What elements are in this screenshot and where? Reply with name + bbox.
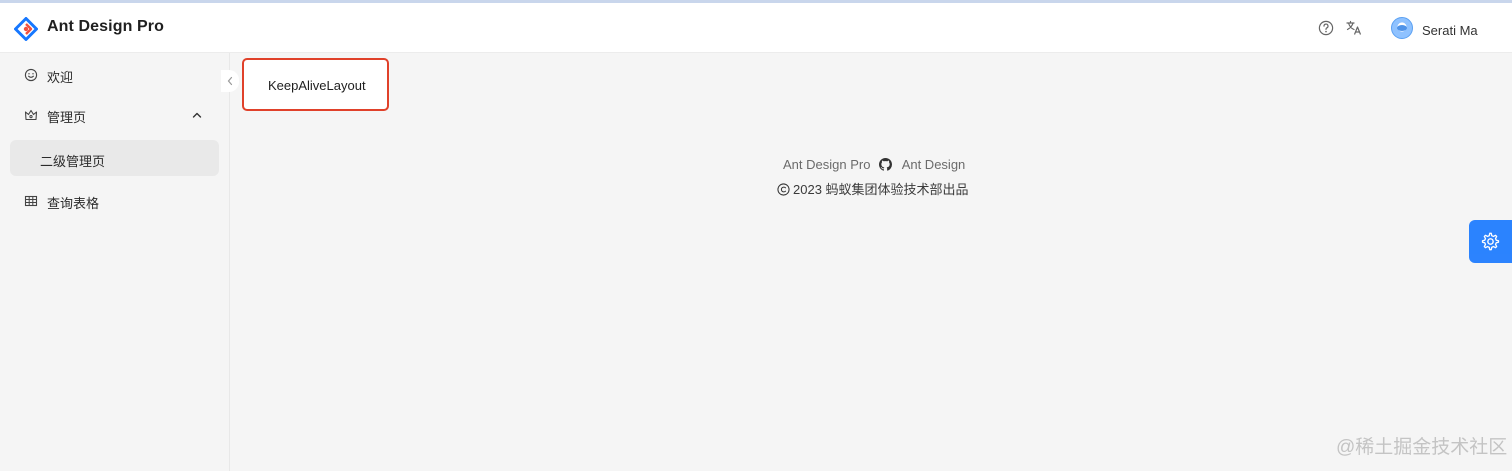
settings-drawer-button[interactable] — [1469, 220, 1512, 263]
sidebar-item-label: 二级管理页 — [40, 154, 106, 169]
smile-icon — [24, 68, 38, 82]
copyright-text: 2023 蚂蚁集团体验技术部出品 — [793, 182, 969, 197]
chevron-up-icon — [192, 112, 202, 118]
avatar[interactable] — [1391, 17, 1413, 39]
footer-link-ant-design-pro[interactable]: Ant Design Pro — [783, 157, 870, 172]
question-circle-icon[interactable] — [1317, 19, 1335, 37]
footer-link-ant-design[interactable]: Ant Design — [902, 157, 966, 172]
github-icon[interactable] — [879, 158, 893, 171]
user-name[interactable]: Serati Ma — [1422, 23, 1478, 38]
sidebar-collapse-button[interactable] — [221, 70, 239, 92]
sidebar-item-table-list[interactable]: 查询表格 — [10, 183, 219, 219]
chevron-left-icon — [227, 76, 233, 86]
sidebar-item-label: 管理页 — [47, 110, 87, 125]
ant-design-logo-icon[interactable] — [14, 17, 38, 41]
sidebar-item-label: 欢迎 — [47, 70, 74, 85]
tab-keepalive-layout[interactable]: KeepAliveLayout — [268, 78, 366, 93]
footer-copyright: 2023 蚂蚁集团体验技术部出品 — [777, 179, 969, 198]
app-title[interactable]: Ant Design Pro — [47, 18, 164, 36]
sidebar-item-admin[interactable]: 管理页 — [10, 97, 219, 133]
keepalive-tab-bar: KeepAliveLayout — [242, 58, 389, 111]
watermark: @稀土掘金技术社区 — [1336, 437, 1508, 458]
sidebar-item-label: 查询表格 — [47, 196, 100, 211]
top-header: Ant Design Pro Serati Ma — [0, 3, 1512, 53]
gear-icon — [1481, 232, 1500, 251]
sidebar-item-welcome[interactable]: 欢迎 — [10, 57, 219, 93]
sidebar: 欢迎 管理页 二级管理页 查询表格 — [0, 53, 230, 471]
crown-icon — [24, 109, 38, 121]
translation-icon[interactable] — [1345, 19, 1363, 37]
footer-links: Ant Design Pro Ant Design — [783, 156, 965, 172]
copyright-icon — [777, 183, 790, 196]
table-icon — [24, 195, 38, 207]
sidebar-item-sub-admin[interactable]: 二级管理页 — [10, 140, 219, 176]
